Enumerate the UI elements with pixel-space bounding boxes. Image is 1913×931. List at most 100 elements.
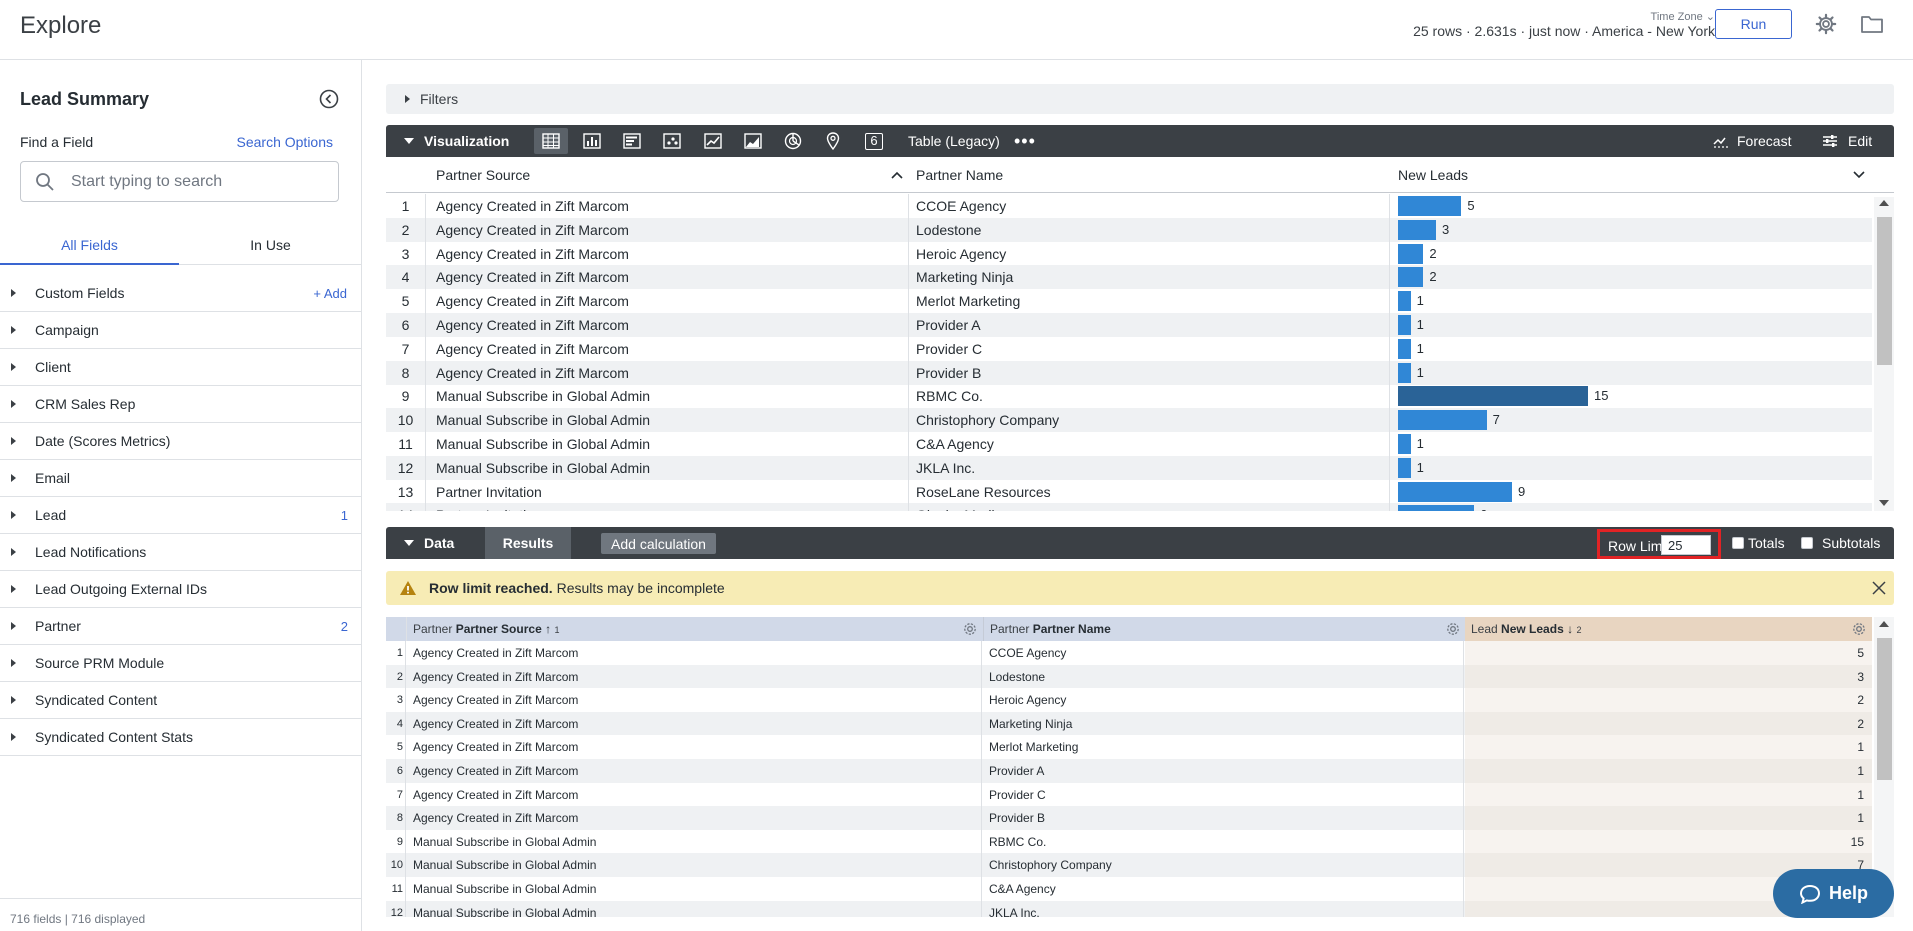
- line-chart-icon[interactable]: [696, 128, 730, 154]
- cell-partner-source[interactable]: Agency Created in Zift Marcom: [407, 664, 982, 689]
- cell-new-leads[interactable]: 2: [1465, 688, 1872, 712]
- cell-new-leads[interactable]: 3: [1465, 664, 1872, 689]
- tab-all-fields[interactable]: All Fields: [0, 225, 179, 265]
- cell-partner-name[interactable]: Lodestone: [983, 664, 1464, 689]
- results-header-partner-source[interactable]: Partner Partner Source ↑ 1: [407, 617, 983, 641]
- tab-results[interactable]: Results: [485, 527, 571, 559]
- gear-icon[interactable]: [1815, 13, 1837, 35]
- filters-section-toggle[interactable]: Filters: [386, 84, 1894, 114]
- viz-header-new-leads[interactable]: New Leads: [1398, 167, 1468, 183]
- search-options-link[interactable]: Search Options: [237, 134, 334, 150]
- cell-partner-name[interactable]: RBMC Co.: [983, 829, 1464, 854]
- cell-partner-name[interactable]: JKLA Inc.: [908, 455, 975, 480]
- field-search-input[interactable]: [69, 171, 329, 193]
- cell-partner-source[interactable]: Agency Created in Zift Marcom: [407, 735, 982, 759]
- cell-partner-name[interactable]: Provider B: [908, 360, 981, 385]
- column-chart-icon[interactable]: [575, 128, 609, 154]
- cell-partner-source[interactable]: Agency Created in Zift Marcom: [407, 641, 982, 665]
- run-button[interactable]: Run: [1715, 9, 1792, 39]
- cell-partner-source[interactable]: Partner Invitation: [436, 480, 542, 504]
- field-group-item[interactable]: Lead Outgoing External IDs: [0, 571, 362, 608]
- caret-down-icon[interactable]: [404, 138, 414, 144]
- cell-new-leads[interactable]: 1: [1389, 289, 1424, 314]
- field-group-item[interactable]: Email: [0, 460, 362, 497]
- field-group-item[interactable]: Custom Fields + Add: [0, 275, 362, 312]
- folder-icon[interactable]: [1860, 13, 1884, 35]
- cell-partner-name[interactable]: Heroic Agency: [908, 241, 1006, 266]
- cell-new-leads[interactable]: 1: [1465, 782, 1872, 807]
- cell-partner-source[interactable]: Manual Subscribe in Global Admin: [407, 853, 982, 877]
- close-icon[interactable]: [1872, 581, 1886, 595]
- cell-new-leads[interactable]: 1: [1389, 313, 1424, 337]
- cell-partner-name[interactable]: Provider A: [908, 313, 981, 337]
- edit-button[interactable]: Edit: [1822, 133, 1872, 149]
- cell-new-leads[interactable]: 5: [1389, 194, 1475, 218]
- cell-partner-source[interactable]: Manual Subscribe in Global Admin: [407, 900, 982, 917]
- field-search-box[interactable]: [20, 161, 339, 202]
- cell-new-leads[interactable]: 5: [1465, 641, 1872, 665]
- add-calculation-button[interactable]: Add calculation: [601, 533, 716, 554]
- cell-partner-source[interactable]: Agency Created in Zift Marcom: [436, 337, 629, 361]
- collapse-sidebar-icon[interactable]: [319, 89, 339, 109]
- forecast-button[interactable]: Forecast: [1713, 133, 1791, 149]
- cell-new-leads[interactable]: 1: [1389, 455, 1424, 480]
- pie-chart-icon[interactable]: [776, 128, 810, 154]
- cell-partner-name[interactable]: Provider C: [908, 336, 982, 361]
- cell-partner-source[interactable]: Agency Created in Zift Marcom: [407, 759, 982, 783]
- field-group-item[interactable]: Syndicated Content: [0, 682, 362, 719]
- totals-checkbox[interactable]: [1732, 537, 1744, 549]
- row-limit-input[interactable]: [1661, 535, 1711, 555]
- cell-partner-name[interactable]: Lodestone: [908, 217, 981, 242]
- cell-partner-source[interactable]: Agency Created in Zift Marcom: [407, 711, 982, 736]
- field-group-item[interactable]: Partner 2: [0, 608, 362, 645]
- scatter-chart-icon[interactable]: [655, 128, 689, 154]
- data-label[interactable]: Data: [424, 535, 454, 551]
- field-group-item[interactable]: Lead Notifications: [0, 534, 362, 571]
- viz-header-partner-source[interactable]: Partner Source: [436, 167, 530, 183]
- cell-partner-source[interactable]: Agency Created in Zift Marcom: [436, 361, 629, 385]
- results-header-partner-name[interactable]: Partner Partner Name: [983, 617, 1465, 641]
- viz-scrollbar-thumb[interactable]: [1877, 217, 1892, 365]
- field-group-item[interactable]: Date (Scores Metrics): [0, 423, 362, 460]
- cell-partner-source[interactable]: Manual Subscribe in Global Admin: [436, 432, 650, 456]
- column-gear-icon[interactable]: [1851, 621, 1867, 637]
- cell-partner-name[interactable]: C&A Agency: [983, 877, 1464, 901]
- cell-partner-name[interactable]: Merlot Marketing: [908, 289, 1020, 314]
- timezone-selector[interactable]: Time Zone ⌄: [1651, 10, 1715, 23]
- cell-new-leads[interactable]: 2: [1465, 711, 1872, 736]
- cell-partner-name[interactable]: Provider C: [983, 782, 1464, 807]
- cell-partner-source[interactable]: Manual Subscribe in Global Admin: [407, 877, 982, 901]
- viz-header-partner-name[interactable]: Partner Name: [916, 167, 1003, 183]
- visualization-label[interactable]: Visualization: [424, 133, 509, 149]
- cell-new-leads[interactable]: 2: [1389, 241, 1437, 266]
- cell-partner-source[interactable]: Manual Subscribe in Global Admin: [436, 408, 650, 432]
- area-chart-icon[interactable]: [736, 128, 770, 154]
- cell-partner-source[interactable]: Manual Subscribe in Global Admin: [436, 384, 650, 408]
- sort-ascending-icon[interactable]: [891, 171, 903, 179]
- cell-new-leads[interactable]: 15: [1389, 384, 1608, 409]
- cell-new-leads[interactable]: 2: [1389, 265, 1437, 290]
- cell-partner-name[interactable]: CCOE Agency: [908, 194, 1006, 218]
- cell-partner-name[interactable]: Marketing Ninja: [908, 265, 1013, 290]
- field-group-item[interactable]: Campaign: [0, 312, 362, 349]
- cell-partner-source[interactable]: Agency Created in Zift Marcom: [436, 289, 629, 313]
- cell-partner-name[interactable]: CCOE Agency: [983, 641, 1464, 665]
- cell-partner-name[interactable]: JKLA Inc.: [983, 900, 1464, 917]
- tab-in-use[interactable]: In Use: [179, 225, 362, 265]
- cell-partner-name[interactable]: Provider B: [983, 806, 1464, 830]
- cell-partner-name[interactable]: Provider A: [983, 759, 1464, 783]
- cell-new-leads[interactable]: 1: [1389, 336, 1424, 361]
- cell-partner-source[interactable]: Agency Created in Zift Marcom: [436, 194, 629, 218]
- caret-down-icon[interactable]: [404, 540, 414, 546]
- map-pin-icon[interactable]: [816, 128, 850, 154]
- add-custom-field-button[interactable]: + Add: [313, 286, 347, 301]
- cell-partner-source[interactable]: Partner Invitation: [436, 503, 542, 511]
- more-options-icon[interactable]: •••: [1014, 131, 1036, 152]
- cell-partner-name[interactable]: Heroic Agency: [983, 688, 1464, 712]
- single-value-icon[interactable]: 6: [857, 128, 891, 154]
- field-group-item[interactable]: Syndicated Content Stats: [0, 719, 362, 756]
- cell-new-leads[interactable]: 1: [1465, 735, 1872, 759]
- cell-partner-source[interactable]: Agency Created in Zift Marcom: [407, 688, 982, 712]
- cell-partner-name[interactable]: Christophory Company: [983, 853, 1464, 877]
- sort-descending-icon[interactable]: [1853, 171, 1865, 179]
